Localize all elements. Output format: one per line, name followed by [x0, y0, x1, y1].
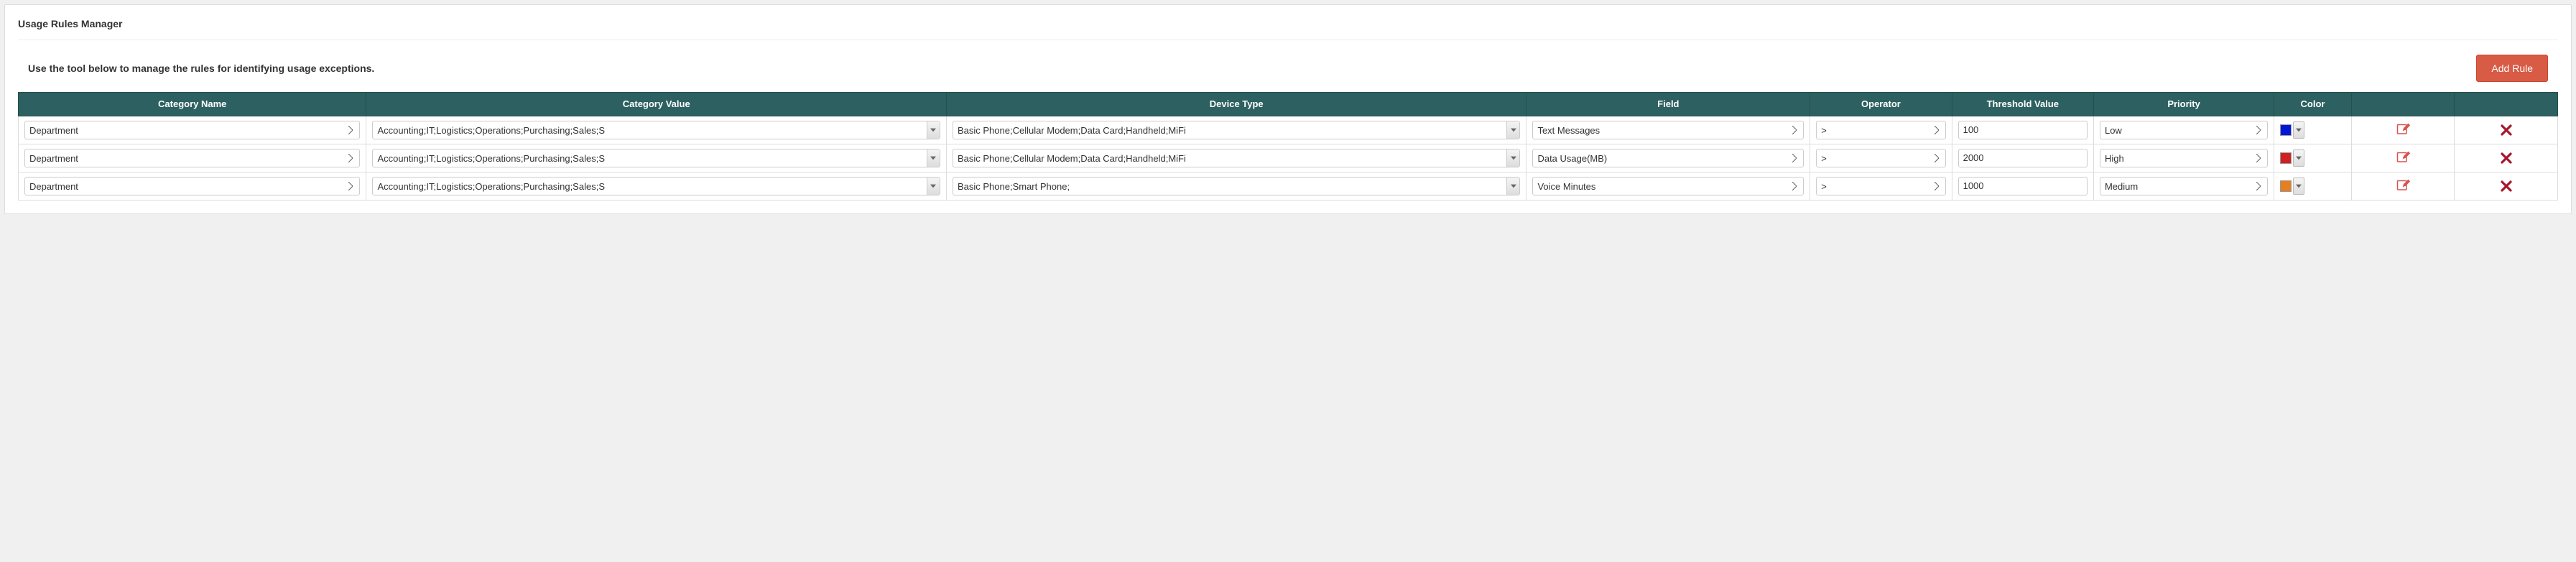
col-header-field: Field	[1526, 93, 1810, 116]
rules-table: Category Name Category Value Device Type…	[18, 92, 2558, 201]
edit-icon	[2396, 179, 2410, 193]
device-type-multiselect[interactable]: Basic Phone;Cellular Modem;Data Card;Han…	[953, 121, 1520, 139]
color-picker-button[interactable]	[2293, 178, 2304, 195]
threshold-input[interactable]	[1958, 149, 2088, 167]
category-value-multiselect[interactable]: Accounting;IT;Logistics;Operations;Purch…	[372, 149, 940, 167]
chevron-down-icon[interactable]	[927, 149, 940, 167]
priority-select[interactable]: Medium	[2100, 177, 2268, 195]
chevron-down-icon[interactable]	[1506, 121, 1519, 139]
chevron-down-icon[interactable]	[927, 121, 940, 139]
category-name-select[interactable]: Department	[24, 149, 360, 167]
device-type-multiselect[interactable]: Basic Phone;Smart Phone;	[953, 177, 1520, 195]
category-value-multiselect[interactable]: Accounting;IT;Logistics;Operations;Purch…	[372, 121, 940, 139]
threshold-input[interactable]	[1958, 177, 2088, 195]
col-header-device-type: Device Type	[946, 93, 1526, 116]
chevron-down-icon[interactable]	[1506, 178, 1519, 195]
toolbar: Use the tool below to manage the rules f…	[18, 55, 2558, 92]
delete-button[interactable]	[2460, 121, 2552, 139]
category-name-select[interactable]: Department	[24, 177, 360, 195]
edit-icon	[2396, 151, 2410, 165]
priority-select[interactable]: Low	[2100, 121, 2268, 139]
category-value-multiselect[interactable]: Accounting;IT;Logistics;Operations;Purch…	[372, 177, 940, 195]
col-header-operator: Operator	[1810, 93, 1952, 116]
add-rule-button[interactable]: Add Rule	[2476, 55, 2548, 82]
chevron-down-icon[interactable]	[927, 178, 940, 195]
table-row: Department Accounting;IT;Logistics;Opera…	[19, 144, 2558, 172]
operator-select[interactable]: >	[1816, 149, 1945, 167]
device-type-multiselect[interactable]: Basic Phone;Cellular Modem;Data Card;Han…	[953, 149, 1520, 167]
panel-title: Usage Rules Manager	[18, 18, 2558, 40]
table-header-row: Category Name Category Value Device Type…	[19, 93, 2558, 116]
close-icon	[2501, 124, 2512, 136]
category-name-select[interactable]: Department	[24, 121, 360, 139]
color-swatch	[2280, 180, 2292, 192]
col-header-color: Color	[2274, 93, 2352, 116]
color-swatch	[2280, 152, 2292, 164]
color-swatch	[2280, 124, 2292, 136]
close-icon	[2501, 152, 2512, 164]
edit-button[interactable]	[2358, 149, 2449, 167]
col-header-delete	[2455, 93, 2558, 116]
table-row: Department Accounting;IT;Logistics;Opera…	[19, 116, 2558, 144]
field-select[interactable]: Data Usage(MB)	[1532, 149, 1804, 167]
operator-select[interactable]: >	[1816, 177, 1945, 195]
delete-button[interactable]	[2460, 177, 2552, 195]
color-picker-button[interactable]	[2293, 121, 2304, 139]
edit-icon	[2396, 123, 2410, 137]
col-header-category-value: Category Value	[366, 93, 946, 116]
field-select[interactable]: Voice Minutes	[1532, 177, 1804, 195]
edit-button[interactable]	[2358, 121, 2449, 139]
table-row: Department Accounting;IT;Logistics;Opera…	[19, 172, 2558, 200]
col-header-threshold: Threshold Value	[1952, 93, 2093, 116]
delete-button[interactable]	[2460, 149, 2552, 167]
threshold-input[interactable]	[1958, 121, 2088, 139]
col-header-edit	[2351, 93, 2455, 116]
field-select[interactable]: Text Messages	[1532, 121, 1804, 139]
close-icon	[2501, 180, 2512, 192]
chevron-down-icon[interactable]	[1506, 149, 1519, 167]
priority-select[interactable]: High	[2100, 149, 2268, 167]
edit-button[interactable]	[2358, 177, 2449, 195]
operator-select[interactable]: >	[1816, 121, 1945, 139]
instruction-text: Use the tool below to manage the rules f…	[28, 63, 374, 74]
color-picker-button[interactable]	[2293, 149, 2304, 167]
col-header-priority: Priority	[2093, 93, 2274, 116]
usage-rules-panel: Usage Rules Manager Use the tool below t…	[4, 4, 2572, 214]
col-header-category-name: Category Name	[19, 93, 366, 116]
